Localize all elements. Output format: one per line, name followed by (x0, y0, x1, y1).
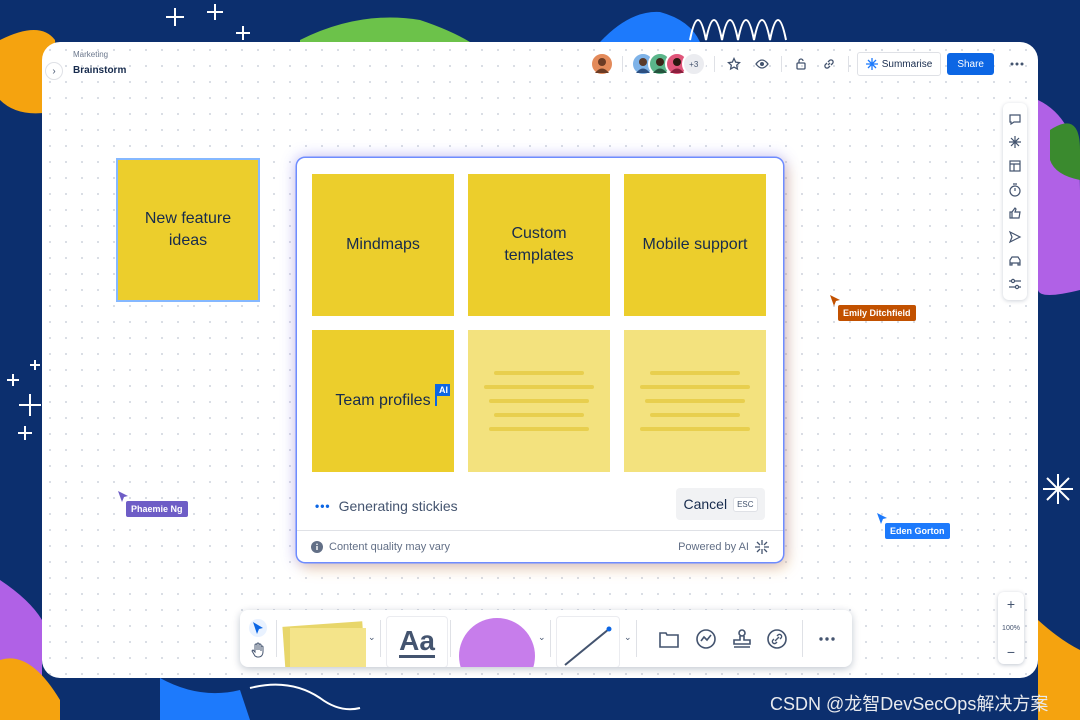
chevron-down-icon[interactable]: ⌄ (624, 632, 632, 643)
generated-sticky-team-profiles[interactable]: Team profiles (312, 330, 454, 472)
timer-icon[interactable] (1008, 183, 1022, 197)
loading-dots-icon: ••• (315, 499, 331, 513)
sticky-text: Custom templates (504, 225, 574, 264)
ai-generate-modal: Mindmaps Custom templates Mobile support… (297, 158, 783, 562)
text-tool-label: Aa (399, 624, 435, 658)
link-icon[interactable] (818, 53, 840, 75)
ai-label: AI (437, 384, 450, 396)
header-toolbar: +3 Summarise Share (589, 51, 1028, 77)
generation-status: ••• Generating stickies (315, 498, 458, 514)
info-icon (311, 540, 323, 553)
placeholder-sticky (468, 330, 610, 472)
status-text: Generating stickies (338, 498, 458, 514)
whiteboard-frame: › Marketing Brainstorm +3 Summarise Shar… (42, 42, 1038, 678)
select-icon[interactable] (249, 619, 267, 637)
sticky-text: Mindmaps (346, 236, 420, 253)
powered-by-text: Powered by AI (678, 540, 749, 553)
side-toolbar (1003, 103, 1027, 300)
generated-sticky-mindmaps[interactable]: Mindmaps (312, 174, 454, 316)
ai-spark-icon (755, 539, 769, 554)
generated-sticky-custom-templates[interactable]: Custom templates (468, 174, 610, 316)
link-icon[interactable] (766, 628, 788, 650)
frame-icon[interactable] (658, 628, 680, 650)
breadcrumb-parent[interactable]: Marketing (73, 50, 108, 59)
watermark: CSDN @龙智DevSecOps解决方案 (770, 694, 1049, 714)
modal-footer: Content quality may vary Powered by AI (297, 530, 783, 562)
divider (621, 56, 623, 72)
avatar-group[interactable]: +3 (630, 52, 706, 76)
quality-note: Content quality may vary (329, 540, 451, 553)
divider (802, 620, 803, 657)
more-icon[interactable] (819, 637, 835, 641)
avatar[interactable] (589, 52, 614, 76)
vehicle-icon[interactable] (1008, 254, 1022, 268)
collaborator-cursor: Emily Ditchfield (830, 295, 916, 321)
zoom-out-button[interactable]: − (1007, 644, 1015, 660)
hand-icon[interactable] (251, 642, 265, 658)
send-icon[interactable] (1008, 230, 1022, 244)
divider (780, 56, 782, 72)
thumbs-up-icon[interactable] (1008, 206, 1022, 220)
shape-icon[interactable] (459, 618, 535, 667)
comment-icon[interactable] (1008, 112, 1022, 126)
ai-typing-cursor: AI (435, 384, 450, 406)
text-icon[interactable]: Aa (386, 616, 448, 667)
collaborator-cursor: Eden Gorton (877, 513, 950, 539)
lock-icon[interactable] (790, 53, 812, 75)
bottom-toolbar: ⌄ Aa ⌄ ⌄ (240, 610, 852, 667)
chevron-down-icon[interactable]: ⌄ (538, 632, 546, 643)
zoom-controls: + 100% − (998, 592, 1024, 664)
avatar-overflow-count[interactable]: +3 (681, 52, 706, 76)
divider (636, 620, 637, 657)
shortcut-badge: ESC (733, 496, 758, 512)
sticky-text: Mobile support (642, 236, 748, 253)
summarise-label: Summarise (881, 58, 933, 70)
divider (713, 56, 715, 72)
divider (276, 620, 277, 657)
placeholder-sticky (624, 330, 766, 472)
ai-spark-icon[interactable] (1008, 135, 1022, 149)
generated-sticky-mobile-support[interactable]: Mobile support (624, 174, 766, 316)
sliders-icon[interactable] (1008, 277, 1022, 291)
sticky-text: New feature ideas (144, 210, 232, 249)
collaborator-name: Eden Gorton (885, 523, 950, 539)
divider (380, 620, 381, 657)
page-title: Brainstorm (73, 65, 127, 76)
cancel-button[interactable]: Cancel ESC (676, 488, 765, 520)
template-icon[interactable] (1008, 159, 1022, 173)
star-icon[interactable] (723, 53, 745, 75)
zoom-in-button[interactable]: + (1007, 596, 1015, 612)
divider (550, 620, 551, 657)
summarise-button[interactable]: Summarise (856, 52, 942, 76)
smart-icon[interactable] (695, 628, 717, 650)
eye-icon[interactable] (751, 53, 773, 75)
divider (847, 56, 849, 72)
divider (450, 620, 451, 657)
sticky-icon[interactable] (282, 618, 366, 667)
cancel-label: Cancel (683, 496, 728, 512)
zoom-level: 100% (1002, 624, 1020, 632)
standalone-sticky-note[interactable]: New feature ideas (116, 158, 260, 302)
stamp-icon[interactable] (731, 628, 753, 650)
share-button[interactable]: Share (947, 53, 994, 75)
sticky-text: Team profiles (335, 392, 431, 409)
collaborator-name: Phaemie Ng (126, 501, 188, 517)
expand-sidebar-button[interactable]: › (45, 62, 63, 80)
line-icon[interactable] (556, 616, 620, 667)
chevron-down-icon[interactable]: ⌄ (368, 632, 376, 643)
collaborator-cursor: Phaemie Ng (118, 491, 188, 517)
collaborator-name: Emily Ditchfield (838, 305, 916, 321)
ai-spark-icon (865, 58, 878, 70)
more-icon[interactable] (1006, 53, 1028, 75)
